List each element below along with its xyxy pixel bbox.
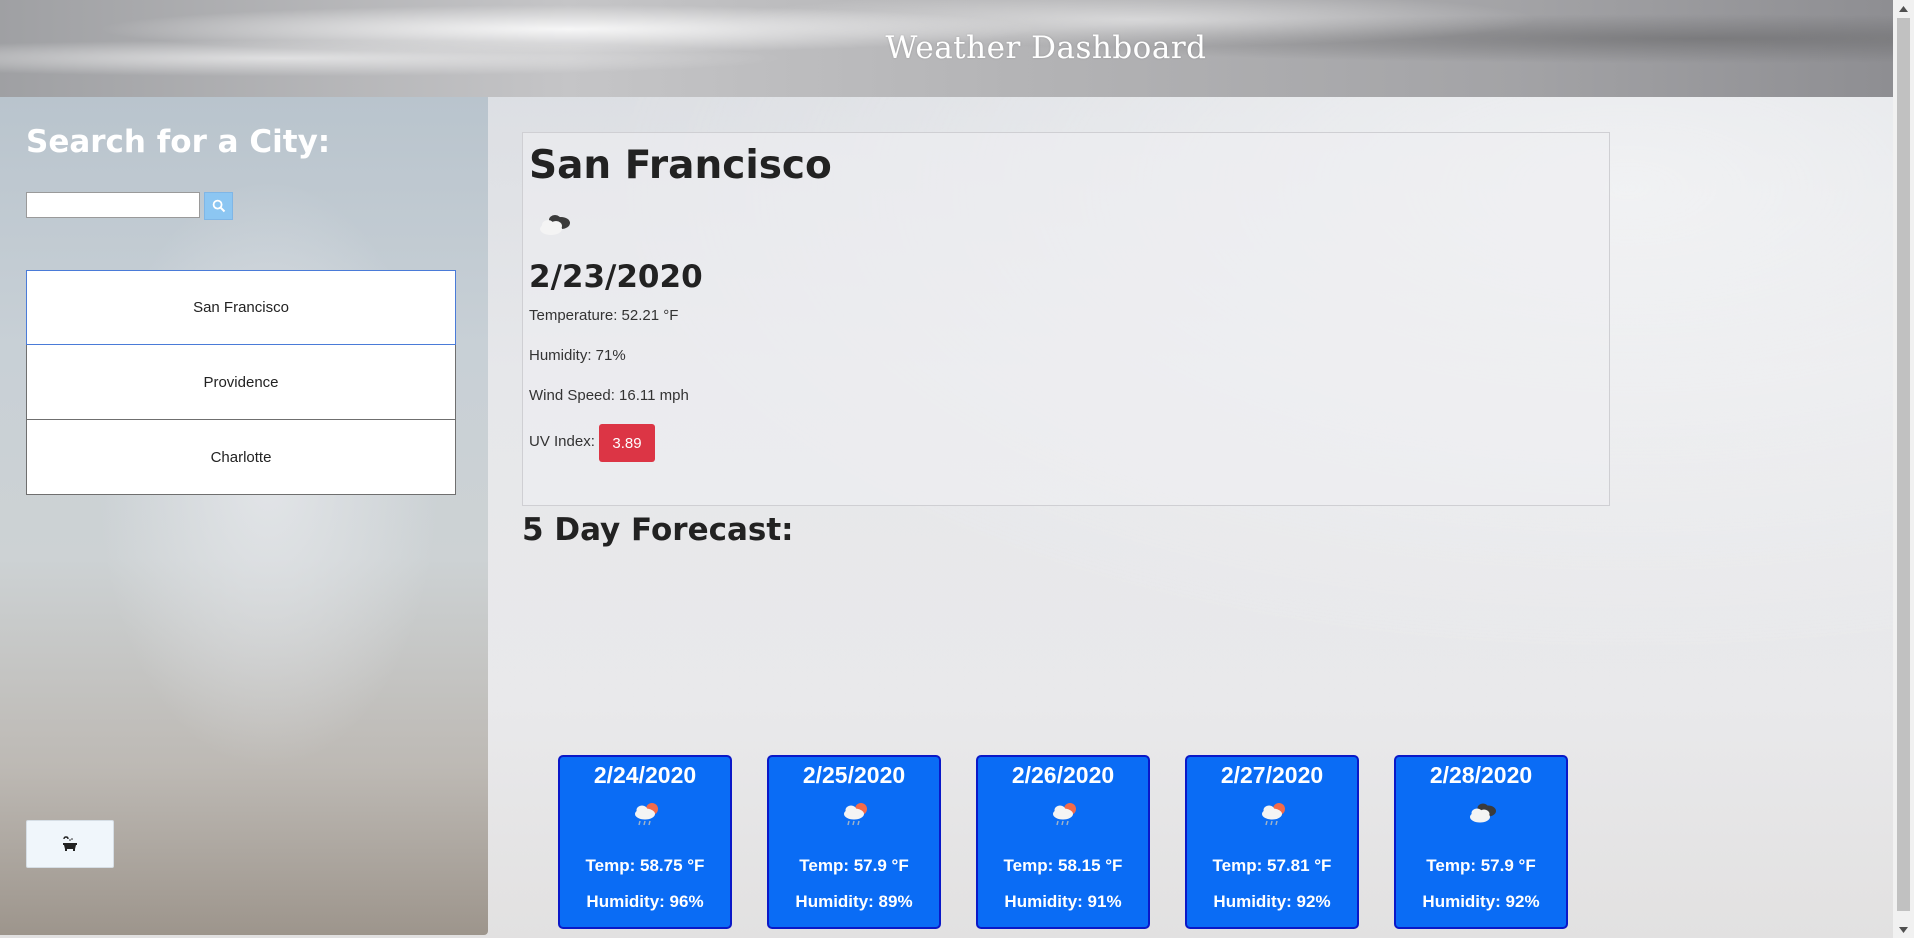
rain-sun-icon <box>1053 803 1076 826</box>
forecast-card: 2/24/2020 Temp: 58.75 °F Humidity: 96% <box>558 755 732 929</box>
uv-index-badge: 3.89 <box>599 424 655 462</box>
page-title: Weather Dashboard <box>885 30 1207 66</box>
forecast-date: 2/28/2020 <box>1429 762 1533 788</box>
forecast-humidity: Humidity: 91% <box>1004 892 1122 911</box>
scrollbar-thumb[interactable] <box>1897 18 1910 911</box>
forecast-temp: Temp: 57.9 °F <box>799 856 909 875</box>
current-humidity: Humidity: 71% <box>529 347 626 364</box>
clear-history-button[interactable] <box>26 820 114 868</box>
forecast-date: 2/27/2020 <box>1220 762 1324 788</box>
forecast-temp: Temp: 58.75 °F <box>585 856 705 875</box>
search-history-list: San Francisco Providence Charlotte <box>26 270 456 495</box>
page-scrollbar[interactable] <box>1893 0 1914 938</box>
forecast-temp: Temp: 57.81 °F <box>1212 856 1332 875</box>
broken-clouds-icon <box>1470 803 1496 823</box>
broken-clouds-icon <box>540 215 570 235</box>
forecast-date: 2/25/2020 <box>802 762 906 788</box>
current-weather-card: San Francisco 2/23/2020 Temperature: 52.… <box>522 132 1610 506</box>
forecast-date: 2/24/2020 <box>593 762 697 788</box>
header-banner: Weather Dashboard <box>0 0 1893 97</box>
city-item-charlotte[interactable]: Charlotte <box>26 420 456 495</box>
scroll-down-arrow-icon[interactable] <box>1893 921 1914 938</box>
forecast-date: 2/26/2020 <box>1011 762 1115 788</box>
search-heading: Search for a City: <box>26 124 331 160</box>
search-button[interactable] <box>204 192 233 220</box>
forecast-card: 2/28/2020 Temp: 57.9 °F Humidity: 92% <box>1394 755 1568 929</box>
city-search-input[interactable] <box>26 192 200 218</box>
current-city-name: San Francisco <box>529 143 832 188</box>
search-icon <box>212 199 225 213</box>
forecast-humidity: Humidity: 92% <box>1422 892 1540 911</box>
current-date: 2/23/2020 <box>529 259 703 295</box>
city-item-label: Charlotte <box>210 448 272 466</box>
rain-sun-icon <box>844 803 867 826</box>
sidebar: Search for a City: San Francisco Provide… <box>0 97 488 935</box>
rain-sun-icon <box>635 803 658 826</box>
forecast-heading: 5 Day Forecast: <box>522 512 794 548</box>
city-item-san-francisco[interactable]: San Francisco <box>26 270 456 345</box>
bathtub-icon <box>63 836 77 851</box>
city-item-label: San Francisco <box>193 299 289 316</box>
rain-sun-icon <box>1262 803 1285 826</box>
scroll-up-arrow-icon[interactable] <box>1893 0 1914 17</box>
forecast-temp: Temp: 58.15 °F <box>1003 856 1123 875</box>
forecast-humidity: Humidity: 89% <box>795 892 913 911</box>
uv-index-label: UV Index: <box>529 433 595 450</box>
forecast-card: 2/26/2020 Temp: 58.15 °F Humidity: 91% <box>976 755 1150 929</box>
forecast-temp: Temp: 57.9 °F <box>1426 856 1536 875</box>
forecast-card: 2/25/2020 Temp: 57.9 °F Humidity: 89% <box>767 755 941 929</box>
forecast-humidity: Humidity: 96% <box>586 892 704 911</box>
forecast-humidity: Humidity: 92% <box>1213 892 1331 911</box>
current-wind-speed: Wind Speed: 16.11 mph <box>529 387 689 404</box>
current-temperature: Temperature: 52.21 °F <box>529 307 679 324</box>
forecast-card: 2/27/2020 Temp: 57.81 °F Humidity: 92% <box>1185 755 1359 929</box>
city-item-label: Providence <box>203 373 279 391</box>
city-item-providence[interactable]: Providence <box>26 345 456 420</box>
